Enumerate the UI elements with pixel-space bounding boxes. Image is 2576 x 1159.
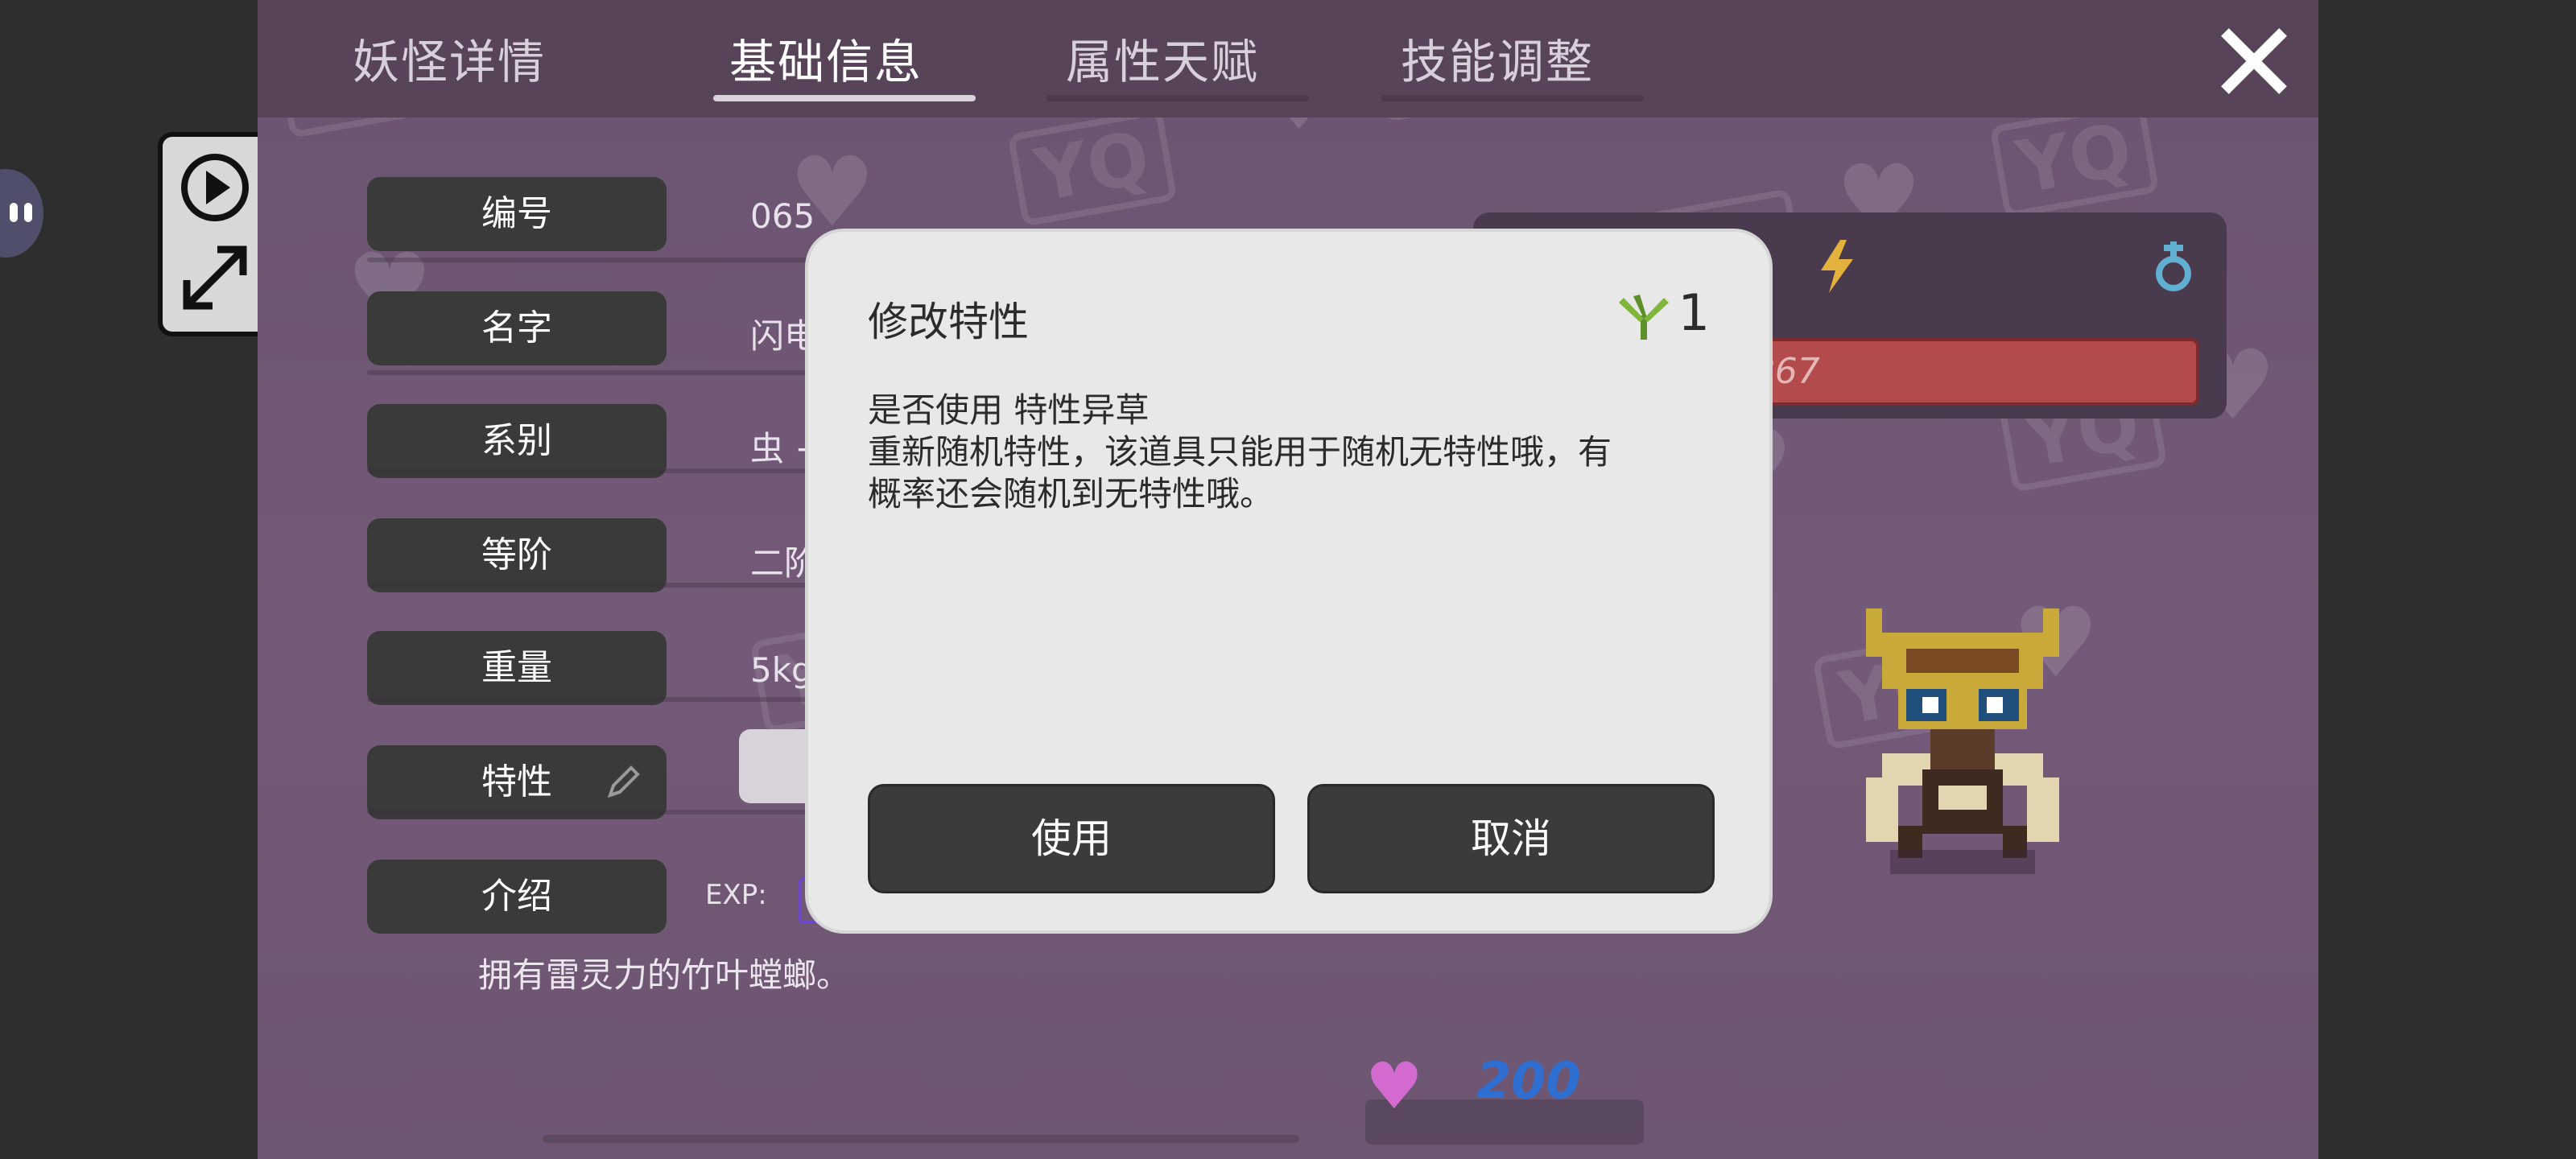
floating-control-panel xyxy=(158,132,272,336)
dialog-line: 是否使用 特性异草 xyxy=(868,390,1150,430)
field-label-rank: 等阶 xyxy=(367,518,667,592)
trait-label: 特性 xyxy=(481,761,552,802)
tab-underline xyxy=(1381,95,1644,101)
tab-skills[interactable]: 技能调整 xyxy=(1377,24,1618,105)
mantis-monster-sprite xyxy=(1866,608,2059,874)
expand-icon[interactable] xyxy=(179,241,251,314)
dialog-line: 重新随机特性，该道具只能用于随机无特性哦，有 xyxy=(868,432,1612,472)
watermark: YQ xyxy=(1007,108,1178,227)
tab-underline-active xyxy=(713,95,976,101)
cancel-button[interactable]: 取消 xyxy=(1307,784,1715,893)
tab-basic-info[interactable]: 基础信息 xyxy=(713,24,939,105)
field-label-intro: 介绍 xyxy=(367,860,667,934)
bottom-divider xyxy=(543,1135,1299,1143)
field-label-trait: 特性 xyxy=(367,745,667,819)
tab-monster-detail[interactable]: 妖怪详情 xyxy=(345,24,554,105)
bubble-face-icon xyxy=(10,203,32,222)
modify-trait-dialog: 修改特性 1 是否使用 特性异草 重新随机特性，该道具只能用于随机无特性哦，有 … xyxy=(805,229,1773,934)
pencil-icon[interactable] xyxy=(604,761,644,802)
field-label-weight: 重量 xyxy=(367,631,667,705)
exp-label: EXP: xyxy=(705,879,767,911)
tab-attributes[interactable]: 属性天赋 xyxy=(1042,24,1283,105)
dialog-line: 概率还会随机到无特性哦。 xyxy=(868,474,1274,514)
dialog-title: 修改特性 xyxy=(868,299,1029,345)
lightning-icon xyxy=(1821,240,1853,293)
field-label-number: 编号 xyxy=(367,177,667,251)
heart-icon: ♥ xyxy=(1365,1049,1423,1124)
use-button[interactable]: 使用 xyxy=(868,784,1275,893)
play-icon[interactable] xyxy=(179,151,251,224)
item-count: 1 xyxy=(1616,283,1710,342)
game-screen: YQ YQ YQ YQ YQ YQ YQ YQ ♥ ♥ ♥ ♥ ♥ ♥ ♥ ♥ … xyxy=(258,0,2318,1159)
gender-icon xyxy=(2156,241,2191,291)
close-icon[interactable]: ✕ xyxy=(2206,8,2302,121)
field-value-weight: 5kg xyxy=(750,650,813,690)
intro-text: 拥有雷灵力的竹叶螳螂。 xyxy=(478,955,851,995)
field-label-name: 名字 xyxy=(367,291,667,365)
herb-icon xyxy=(1618,294,1669,340)
item-count-value: 1 xyxy=(1678,283,1710,342)
dialog-body: 是否使用 特性异草 重新随机特性，该道具只能用于随机无特性哦，有 概率还会随机到… xyxy=(868,390,1721,515)
side-bubble[interactable] xyxy=(0,169,43,258)
field-value-number: 065 xyxy=(750,196,815,236)
tab-underline xyxy=(1046,95,1309,101)
field-label-type: 系别 xyxy=(367,404,667,478)
watermark: YQ xyxy=(1989,100,2160,219)
score-value: 200 xyxy=(1476,1051,1581,1110)
